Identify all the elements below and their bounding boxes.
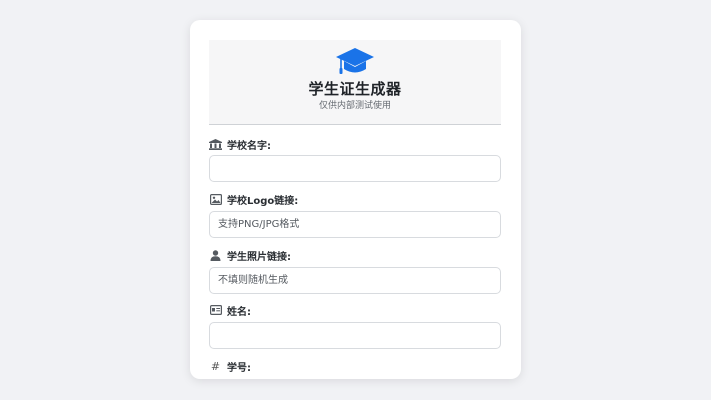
- graduation-cap-icon: [336, 48, 374, 74]
- page-title: 学生证生成器: [308, 80, 402, 98]
- student-name-input[interactable]: [209, 322, 501, 349]
- student-photo-label-text: 学生照片链接:: [227, 251, 291, 263]
- student-name-label: 姓名:: [209, 303, 251, 318]
- hashtag-icon: #: [210, 359, 221, 373]
- school-logo-url-input[interactable]: [209, 211, 501, 238]
- page-subtitle: 仅供内部测试使用: [318, 101, 391, 111]
- school-logo-label-text: 学校Logo链接:: [227, 195, 299, 207]
- university-icon: [209, 138, 222, 150]
- card-header: 学生证生成器 仅供内部测试使用: [209, 40, 501, 125]
- student-photo-label: 学生照片链接:: [209, 248, 291, 263]
- student-name-label-text: 姓名:: [227, 306, 251, 318]
- image-icon: [209, 193, 222, 205]
- student-photo-url-input[interactable]: [209, 267, 501, 294]
- id-card-icon: [209, 304, 222, 316]
- school-name-label: 学校名字:: [209, 137, 271, 152]
- school-name-label-text: 学校名字:: [227, 140, 271, 152]
- school-logo-label: 学校Logo链接:: [209, 192, 299, 207]
- student-id-label: # 学号:: [209, 359, 251, 374]
- generator-card: 学生证生成器 仅供内部测试使用 学校名字: 学校Logo链接: 支持PNG/JP…: [190, 20, 521, 379]
- student-id-label-text: 学号:: [227, 362, 251, 374]
- user-icon: [209, 249, 222, 261]
- school-name-input[interactable]: [209, 155, 501, 182]
